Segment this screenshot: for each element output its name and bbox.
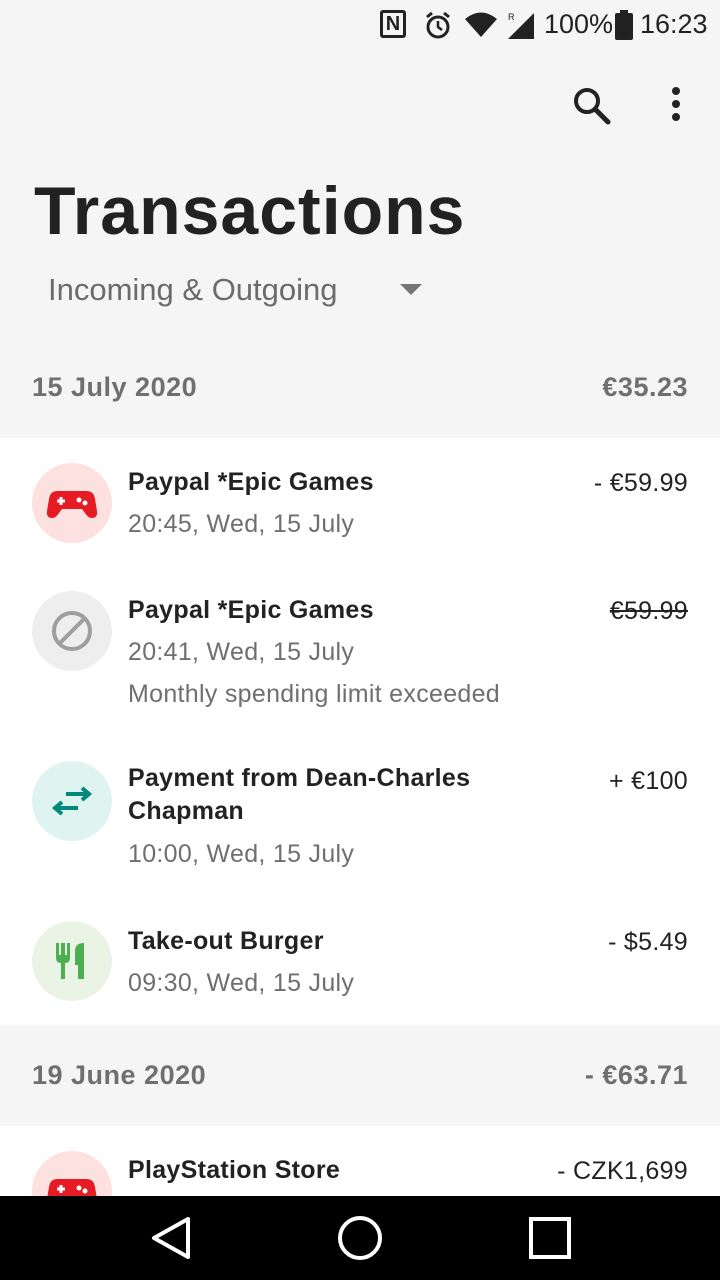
transaction-item[interactable]: Payment from Dean-Charles Chapman 10:00,… bbox=[0, 736, 720, 897]
nfc-icon: N bbox=[380, 10, 406, 38]
page-title: Transactions bbox=[34, 173, 466, 249]
transaction-name: PlayStation Store bbox=[128, 1156, 341, 1184]
transaction-item[interactable]: PlayStation Store - CZK1,699 bbox=[0, 1126, 720, 1196]
status-time: 16:23 bbox=[640, 9, 708, 39]
transaction-item[interactable]: Take-out Burger 09:30, Wed, 15 July - $5… bbox=[0, 897, 720, 1025]
battery-icon bbox=[615, 10, 633, 40]
transaction-name: Take-out Burger bbox=[128, 927, 324, 955]
group-date: 15 July 2020 bbox=[32, 372, 198, 402]
back-icon[interactable] bbox=[150, 1216, 192, 1260]
category-avatar bbox=[32, 463, 112, 543]
home-icon[interactable] bbox=[337, 1215, 383, 1261]
transaction-name: Payment from Dean-Charles Chapman bbox=[128, 764, 471, 825]
wifi-icon bbox=[465, 12, 497, 37]
category-avatar bbox=[32, 921, 112, 1001]
navigation-bar bbox=[0, 1196, 720, 1280]
gamepad-icon bbox=[47, 1179, 97, 1196]
transaction-item-declined[interactable]: Paypal *Epic Games 20:41, Wed, 15 July M… bbox=[0, 566, 720, 736]
transfer-arrows-icon bbox=[51, 786, 93, 816]
group-date: 19 June 2020 bbox=[32, 1060, 207, 1090]
filter-label: Incoming & Outgoing bbox=[48, 272, 338, 307]
group-total: - €63.71 bbox=[584, 1060, 688, 1090]
transaction-list: PlayStation Store - CZK1,699 bbox=[0, 1126, 720, 1196]
category-avatar bbox=[32, 761, 112, 841]
group-total: €35.23 bbox=[602, 372, 688, 402]
transaction-list: Paypal *Epic Games 20:45, Wed, 15 July -… bbox=[0, 438, 720, 1025]
alarm-icon bbox=[426, 11, 450, 39]
transaction-amount: - €59.99 bbox=[593, 469, 688, 497]
transaction-time: 10:00, Wed, 15 July bbox=[128, 840, 355, 868]
date-group-header: 15 July 2020 €35.23 bbox=[0, 338, 720, 438]
decline-reason: Monthly spending limit exceeded bbox=[128, 680, 501, 708]
signal-icon: R bbox=[508, 12, 534, 39]
transaction-time: 20:41, Wed, 15 July bbox=[128, 638, 355, 666]
status-bar: N R 100% 16:23 bbox=[0, 0, 720, 50]
battery-percent: 100% bbox=[544, 9, 614, 39]
transaction-amount: €59.99 bbox=[609, 597, 688, 625]
transaction-time: 20:45, Wed, 15 July bbox=[128, 510, 355, 538]
category-avatar bbox=[32, 1151, 112, 1196]
gamepad-icon bbox=[46, 491, 98, 518]
transaction-name: Paypal *Epic Games bbox=[128, 468, 374, 496]
transaction-item[interactable]: Paypal *Epic Games 20:45, Wed, 15 July -… bbox=[0, 438, 720, 566]
category-avatar bbox=[32, 591, 112, 671]
svg-text:R: R bbox=[508, 12, 515, 22]
date-group-header: 19 June 2020 - €63.71 bbox=[0, 1026, 720, 1126]
filter-dropdown[interactable]: Incoming & Outgoing bbox=[48, 268, 438, 312]
search-icon[interactable] bbox=[570, 84, 612, 126]
transaction-amount: - $5.49 bbox=[608, 928, 688, 956]
more-vert-icon[interactable] bbox=[660, 84, 692, 126]
transaction-time: 09:30, Wed, 15 July bbox=[128, 969, 355, 997]
restaurant-icon bbox=[56, 943, 84, 979]
block-icon bbox=[52, 611, 92, 651]
dropdown-caret-icon bbox=[400, 284, 422, 295]
transaction-amount: + €100 bbox=[609, 767, 688, 795]
transaction-amount: - CZK1,699 bbox=[557, 1157, 688, 1185]
recents-icon[interactable] bbox=[529, 1217, 571, 1259]
transaction-name: Paypal *Epic Games bbox=[128, 596, 374, 624]
